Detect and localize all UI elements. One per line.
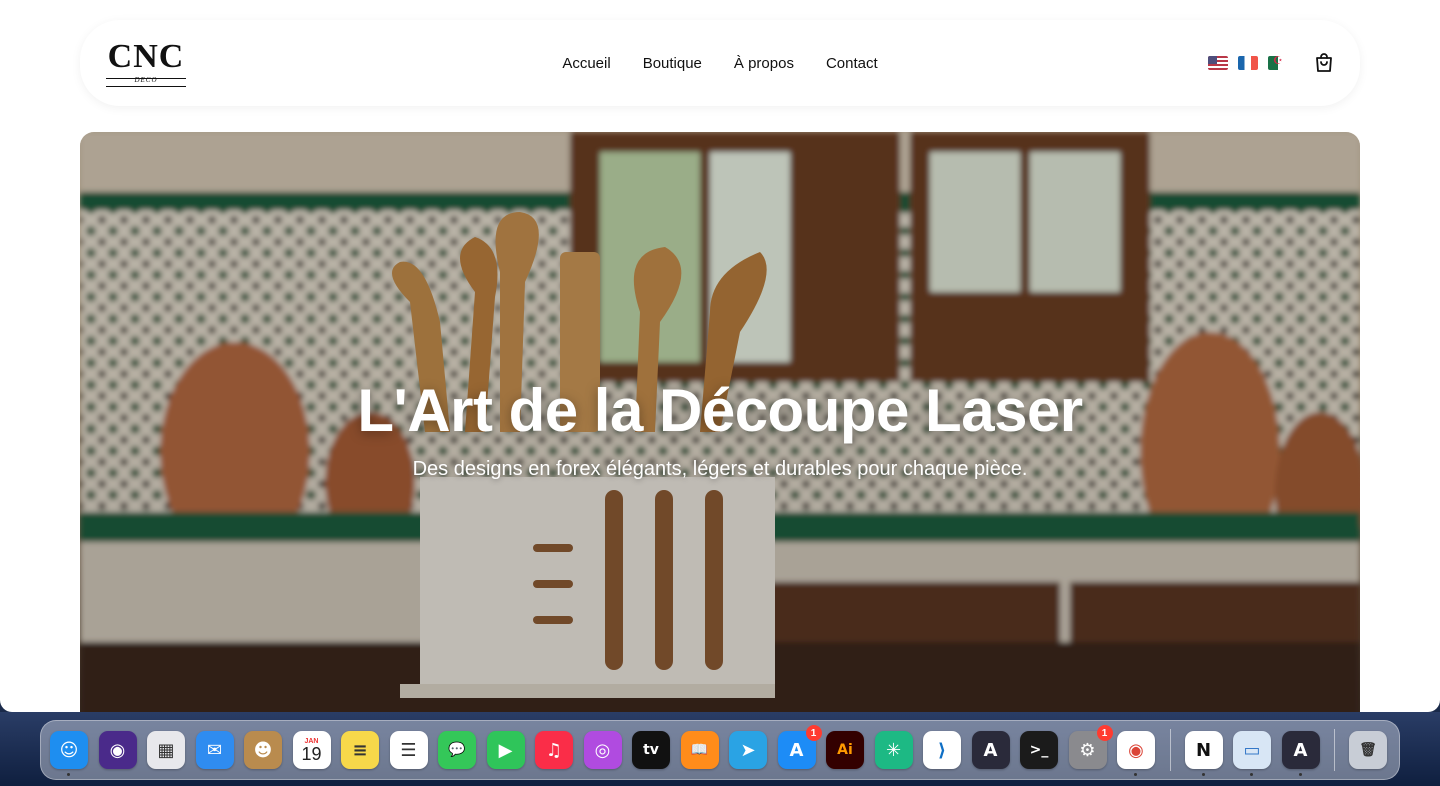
books-icon[interactable]: 📖 <box>680 731 719 769</box>
hero-subtitle: Des designs en forex élégants, légers et… <box>412 458 1028 480</box>
running-indicator <box>1298 773 1302 776</box>
dock-icon-glyph: 📖 <box>690 742 709 758</box>
main-nav: Accueil Boutique À propos Contact <box>80 20 1360 106</box>
dock-icon-glyph: ≡ <box>352 739 368 761</box>
dock-icon-glyph: ✳ <box>885 739 902 761</box>
hero-banner: L'Art de la Découpe Laser Des designs en… <box>80 132 1360 712</box>
running-indicator <box>1134 773 1137 776</box>
dock-icon-glyph: Ai <box>837 742 853 758</box>
messages-icon[interactable]: 💬 <box>438 731 476 769</box>
dock-separator <box>1169 729 1171 771</box>
arc-icon[interactable]: A <box>1281 731 1320 776</box>
shopping-bag-icon[interactable] <box>1312 51 1336 75</box>
preview-icon[interactable]: ▭ <box>1233 731 1271 776</box>
dock-icon-glyph: ▭ <box>1243 739 1261 761</box>
telegram-icon[interactable]: ➤ <box>729 731 767 769</box>
dock-icon-glyph: 💬 <box>448 742 466 758</box>
dock-icon-glyph: ▦ <box>157 739 175 761</box>
arc-icon[interactable]: A <box>971 731 1010 769</box>
finder-icon[interactable]: ☺ <box>50 731 88 776</box>
dock-icon-glyph: ➤ <box>740 739 756 761</box>
facetime-icon[interactable]: ▶ <box>486 731 525 769</box>
dock-icon-glyph: ◉ <box>1128 739 1144 761</box>
calendar-day-label: 19 <box>301 743 322 764</box>
dock-icon-glyph: ⟩ <box>937 739 947 761</box>
reminders-icon[interactable]: ☰ <box>389 731 428 769</box>
logo-divider <box>106 78 186 79</box>
app-store-icon[interactable]: A1 <box>777 725 822 769</box>
dock-icon-glyph: ◉ <box>109 739 126 761</box>
dock-icon-glyph: N <box>1195 739 1212 761</box>
trash-icon[interactable]: 🗑 <box>1349 731 1387 769</box>
nav-link-contact[interactable]: Contact <box>826 55 878 72</box>
dock-icon-glyph: ◎ <box>594 739 611 761</box>
dock-icon-glyph: A <box>789 739 804 761</box>
dock-separator <box>1334 729 1335 771</box>
settings-icon[interactable]: ⚙ 1 <box>1068 725 1113 769</box>
dock-icon-glyph: 🗑 <box>1359 742 1377 758</box>
logo-text: CNC <box>107 38 185 75</box>
dock-icon-glyph: A <box>983 739 998 761</box>
calendar-icon[interactable]: JAN 19 <box>292 731 331 769</box>
us-flag-icon[interactable] <box>1208 56 1228 70</box>
illustrator-icon[interactable]: Ai <box>826 731 864 769</box>
dock-icon-glyph: ☰ <box>400 739 417 761</box>
mail-icon[interactable]: ✉ <box>195 731 234 769</box>
vscode-icon[interactable]: ⟩ <box>923 731 961 769</box>
site-header: CNC DECO Accueil Boutique À propos Conta… <box>80 20 1360 106</box>
browser-page: CNC DECO Accueil Boutique À propos Conta… <box>0 0 1440 712</box>
header-actions <box>1208 20 1336 106</box>
launchpad-icon[interactable]: ▦ <box>147 731 185 769</box>
dock-icon-glyph: tv <box>643 742 659 758</box>
running-indicator <box>1201 773 1205 776</box>
dock-icon-glyph: >_ <box>1029 742 1049 758</box>
dock-icon-glyph: ▶ <box>498 739 513 761</box>
podcasts-icon[interactable]: ◎ <box>583 731 622 769</box>
dock-icon-glyph: ✉ <box>206 739 223 761</box>
nav-link-accueil[interactable]: Accueil <box>562 55 610 72</box>
notes-icon[interactable]: ≡ <box>341 731 379 769</box>
terminal-icon[interactable]: >_ <box>1020 731 1058 769</box>
nav-link-boutique[interactable]: Boutique <box>643 55 702 72</box>
dock-icon-glyph: ☻ <box>253 739 273 761</box>
dock-icon-glyph: ⚙ <box>1079 739 1096 761</box>
fr-flag-icon[interactable] <box>1238 56 1258 70</box>
running-indicator <box>67 773 70 776</box>
dock-icon-glyph: ♫ <box>545 739 563 761</box>
notification-badge: 1 <box>1096 725 1113 741</box>
hero-title: L'Art de la Découpe Laser <box>357 377 1083 444</box>
chrome-icon[interactable]: ◉ <box>1117 731 1155 776</box>
brand-logo[interactable]: CNC DECO <box>104 38 188 87</box>
nav-link-a-propos[interactable]: À propos <box>734 55 794 72</box>
dock-icon-glyph: A <box>1293 739 1308 761</box>
dz-flag-icon[interactable] <box>1268 56 1288 70</box>
macos-dock: ☺ ◉ ▦ ✉ ☻ JAN 19 ≡ ☰ 💬 ▶ ♫ ◎ tv 📖 ➤ A 1 Ai ✳ ⟩ A >_ ⚙ 1 ◉ N ▭ A 🗑 <box>40 720 1400 780</box>
logo-divider <box>106 86 186 87</box>
perplexity-icon[interactable]: ✳ <box>874 731 913 769</box>
contacts-icon[interactable]: ☻ <box>244 731 282 769</box>
notion-icon[interactable]: N <box>1184 731 1223 776</box>
siri-icon[interactable]: ◉ <box>98 731 137 769</box>
apple-tv-icon[interactable]: tv <box>632 731 670 769</box>
music-icon[interactable]: ♫ <box>535 731 573 769</box>
dock-icon-glyph: ☺ <box>59 739 79 761</box>
running-indicator <box>1250 773 1253 776</box>
notification-badge: 1 <box>805 725 822 741</box>
